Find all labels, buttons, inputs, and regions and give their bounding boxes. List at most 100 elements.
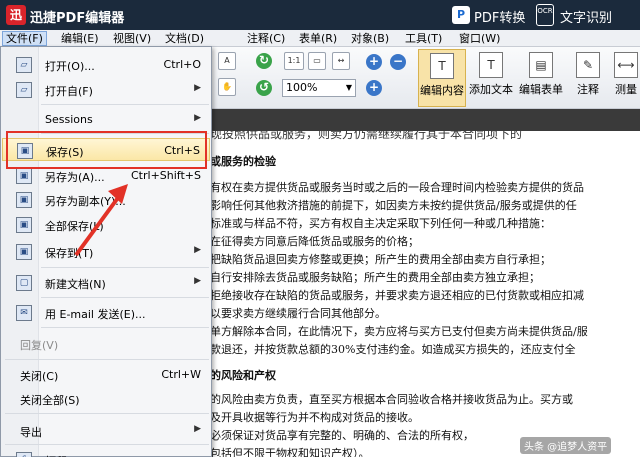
doc-line: 标准或与样品不符，买方有权自主决定采取下列任何一种或几种措施：	[210, 217, 551, 230]
menu-item-shortcut: Ctrl+Shift+S	[131, 169, 201, 182]
menu-item-sessions[interactable]: Sessions ▶	[2, 108, 210, 131]
hand-tool-icon[interactable]: ✋	[218, 78, 236, 96]
fit-page-icon[interactable]: ▭	[308, 52, 326, 70]
submenu-arrow-icon: ▶	[194, 276, 201, 286]
zoom-plus-icon[interactable]: +	[366, 80, 382, 96]
select-text-icon[interactable]: A	[218, 52, 236, 70]
email-icon: ✉	[16, 305, 32, 321]
edit-form-icon: ▤	[529, 52, 553, 78]
menu-item-new-document[interactable]: ▢ 新建文档(N) ▶	[2, 271, 210, 294]
menu-item-label: 另存为(A)...	[45, 171, 105, 184]
doc-heading: 或服务的检验	[210, 155, 276, 168]
doc-line: 现投照供品或服务，则卖方仍需继续履行其于本合同项下的	[210, 131, 523, 141]
submenu-arrow-icon: ▶	[194, 424, 201, 434]
doc-line: 必须保证对货品享有完整的、明确的、合法的所有权，	[210, 429, 474, 442]
pdf-convert-icon[interactable]: P	[452, 6, 470, 24]
menu-separator	[41, 267, 209, 268]
edit-form-button[interactable]: ▤ 编辑表单	[516, 49, 566, 107]
menu-item-open[interactable]: ▱ 打开(O)... Ctrl+O	[2, 53, 210, 76]
highlight-box	[6, 131, 207, 169]
watermark: 头条 @追梦人资平	[520, 437, 612, 454]
menu-item-label: 新建文档(N)	[45, 278, 106, 291]
zoom-select[interactable]: 100% ▼	[282, 79, 356, 97]
app-logo-icon: 迅	[6, 5, 26, 25]
menu-item-shortcut: Ctrl+O	[163, 58, 201, 71]
menu-item-send-email[interactable]: ✉ 用 E-mail 发送(E)...	[2, 301, 210, 324]
submenu-arrow-icon: ▶	[194, 83, 201, 93]
submenu-arrow-icon: ▶	[194, 113, 201, 123]
rotate-left-icon[interactable]: ↺	[256, 80, 272, 96]
measure-button[interactable]: ⟷ 测量	[612, 49, 640, 107]
annotate-label: 注释	[577, 83, 599, 96]
doc-line: 包括但不限于物权和知识产权）。	[210, 447, 370, 457]
folder-open-icon: ▱	[16, 57, 32, 73]
save-copy-icon: ▣	[16, 192, 32, 208]
menu-tools[interactable]: 工具(T)	[402, 31, 445, 46]
menu-object[interactable]: 对象(B)	[348, 31, 392, 46]
menu-item-save-all[interactable]: ▣ 全部保存(L)	[2, 213, 210, 236]
menu-separator	[41, 297, 209, 298]
annotate-button[interactable]: ✎ 注释	[570, 49, 606, 107]
menu-document[interactable]: 文档(D)	[162, 31, 207, 46]
rotate-right-icon[interactable]: ↻	[256, 53, 272, 69]
menu-item-label: 另存为副本(Y)...	[45, 195, 126, 208]
menu-form[interactable]: 表单(R)	[296, 31, 340, 46]
edit-form-label: 编辑表单	[519, 83, 563, 96]
edit-content-label: 编辑内容	[420, 84, 464, 97]
menu-separator	[41, 104, 209, 105]
measure-icon: ⟷	[614, 52, 638, 78]
actual-size-icon[interactable]: 1:1	[284, 52, 304, 70]
edit-content-button[interactable]: T 编辑内容	[418, 49, 466, 107]
zoom-out-icon[interactable]: −	[390, 54, 406, 70]
ocr-icon[interactable]: OCR	[536, 4, 554, 26]
menu-item-label: 用 E-mail 发送(E)...	[45, 308, 146, 321]
printer-icon: ⎙	[16, 452, 32, 457]
doc-line: 自行安排除去货品或服务缺陷；所产生的费用全部由卖方独立承担；	[210, 271, 540, 284]
menu-separator	[5, 413, 209, 414]
edit-content-icon: T	[430, 53, 454, 79]
menu-item-export[interactable]: 导出 ▶	[2, 419, 210, 442]
file-menu: ▱ 打开(O)... Ctrl+O ▱ 打开自(F) ▶ Sessions ▶ …	[0, 46, 212, 457]
doc-line: 的风险由卖方负责，直至买方根据本合同验收合格并接收货品为止。买方或	[210, 393, 573, 406]
add-text-button[interactable]: T 添加文本	[468, 49, 514, 107]
doc-line: 单方解除本合同，在此情况下，卖方应将与买方已支付但卖方尚未提供货品/服	[210, 325, 588, 338]
doc-heading: 的风险和产权	[210, 369, 276, 382]
app-title: 迅捷PDF编辑器	[30, 11, 125, 26]
menu-item-label: 关闭全部(S)	[20, 394, 80, 407]
chevron-down-icon: ▼	[345, 83, 352, 92]
title-bar: 迅 迅捷PDF编辑器 P PDF转换 OCR 文字识别	[0, 0, 640, 30]
menu-item-label: Sessions	[45, 113, 93, 126]
menu-item-open-from[interactable]: ▱ 打开自(F) ▶	[2, 78, 210, 101]
zoom-in-icon[interactable]: +	[366, 54, 382, 70]
submenu-arrow-icon: ▶	[194, 245, 201, 255]
doc-line: 把缺陷货品退回卖方修整或更换；所产生的费用全部由卖方自行承担；	[210, 253, 551, 266]
menu-separator	[41, 327, 209, 328]
pdf-convert-button[interactable]: PDF转换	[474, 7, 525, 26]
menu-edit[interactable]: 编辑(E)	[58, 31, 102, 46]
menu-item-print[interactable]: ⎙ 打印	[2, 448, 210, 457]
menu-comment[interactable]: 注释(C)	[244, 31, 288, 46]
save-all-icon: ▣	[16, 217, 32, 233]
menu-item-label: 关闭(C)	[20, 370, 59, 383]
add-text-icon: T	[479, 52, 503, 78]
doc-line: 以要求卖方继续履行合同其他部分。	[210, 307, 386, 320]
menu-item-save-copy[interactable]: ▣ 另存为副本(Y)...	[2, 188, 210, 211]
doc-line: 影响任何其他救济措施的前提下，如因卖方未按约提供货品/服务或提供的任	[210, 199, 577, 212]
menu-item-close-all[interactable]: 关闭全部(S)	[2, 387, 210, 410]
menu-view[interactable]: 视图(V)	[110, 31, 154, 46]
doc-line: 及开具收据等行为并不构成对货品的接收。	[210, 411, 419, 424]
annotate-icon: ✎	[576, 52, 600, 78]
menu-separator	[5, 359, 209, 360]
menu-item-label: 全部保存(L)	[45, 220, 104, 233]
menu-item-revert: 回复(V)	[20, 339, 59, 352]
menu-item-close[interactable]: 关闭(C) Ctrl+W	[2, 363, 210, 386]
ocr-button[interactable]: 文字识别	[560, 7, 612, 26]
menu-item-save-to[interactable]: ▣ 保存到(T) ▶	[2, 240, 210, 263]
fit-width-icon[interactable]: ↔	[332, 52, 350, 70]
menu-item-label: 保存到(T)	[45, 247, 94, 260]
add-text-label: 添加文本	[469, 83, 513, 96]
menu-file[interactable]: 文件(F)	[2, 31, 47, 46]
menu-window[interactable]: 窗口(W)	[456, 31, 503, 46]
save-as-icon: ▣	[16, 168, 32, 184]
menu-item-label: 打印	[45, 453, 67, 457]
